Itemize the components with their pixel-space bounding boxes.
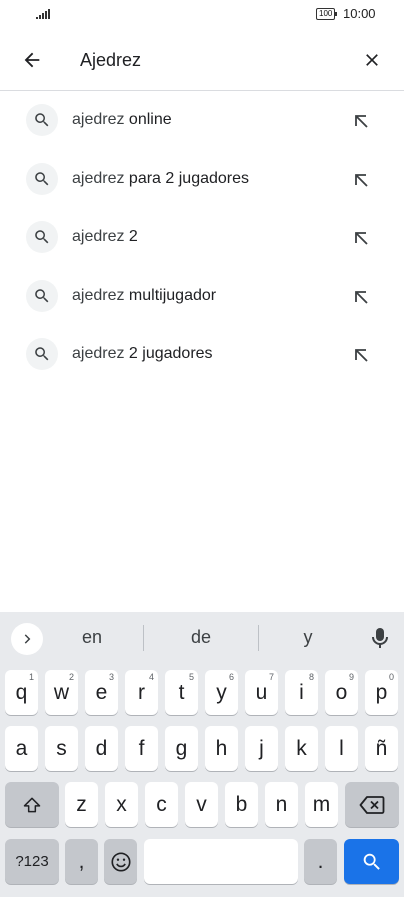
key-x[interactable]: x bbox=[105, 782, 138, 827]
search-icon bbox=[26, 104, 58, 136]
key-o[interactable]: o9 bbox=[325, 670, 358, 715]
key-k[interactable]: k bbox=[285, 726, 318, 771]
key-l[interactable]: l bbox=[325, 726, 358, 771]
key-u[interactable]: u7 bbox=[245, 670, 278, 715]
search-key[interactable] bbox=[344, 839, 399, 884]
search-input[interactable] bbox=[80, 44, 340, 76]
chevron-right-icon[interactable] bbox=[11, 623, 43, 655]
key-q[interactable]: q1 bbox=[5, 670, 38, 715]
key-c[interactable]: c bbox=[145, 782, 178, 827]
key-s[interactable]: s bbox=[45, 726, 78, 771]
space-key[interactable] bbox=[144, 839, 298, 884]
arrow-up-left-icon[interactable] bbox=[350, 344, 372, 366]
signal-icon bbox=[36, 9, 50, 19]
key-d[interactable]: d bbox=[85, 726, 118, 771]
key-i[interactable]: i8 bbox=[285, 670, 318, 715]
key-t[interactable]: t5 bbox=[165, 670, 198, 715]
key-b[interactable]: b bbox=[225, 782, 258, 827]
search-icon bbox=[26, 162, 58, 195]
key-y[interactable]: y6 bbox=[205, 670, 238, 715]
suggestion-item[interactable]: ajedrez multijugador bbox=[0, 268, 404, 327]
shift-icon bbox=[23, 797, 41, 812]
divider bbox=[143, 625, 144, 651]
comma-key[interactable]: , bbox=[65, 839, 98, 884]
key-z[interactable]: z bbox=[65, 782, 98, 827]
emoji-icon bbox=[110, 851, 131, 872]
status-bar: 100 10:00 bbox=[0, 0, 404, 30]
search-icon bbox=[26, 221, 58, 253]
search-icon bbox=[26, 338, 58, 370]
search-icon bbox=[26, 279, 58, 312]
back-arrow-icon[interactable] bbox=[18, 46, 46, 74]
keyboard-word-suggestion[interactable]: en bbox=[47, 627, 137, 648]
arrow-up-left-icon[interactable] bbox=[350, 169, 372, 191]
suggestion-list: ajedrez online ajedrez para 2 jugadores … bbox=[0, 92, 404, 385]
key-w[interactable]: w2 bbox=[45, 670, 78, 715]
backspace-icon bbox=[359, 795, 385, 814]
key-f[interactable]: f bbox=[125, 726, 158, 771]
battery-icon: 100 bbox=[316, 8, 338, 20]
key-j[interactable]: j bbox=[245, 726, 278, 771]
arrow-up-left-icon[interactable] bbox=[350, 110, 372, 132]
backspace-key[interactable] bbox=[345, 782, 399, 827]
shift-key[interactable] bbox=[5, 782, 59, 827]
emoji-key[interactable] bbox=[104, 839, 137, 884]
arrow-up-left-icon[interactable] bbox=[350, 227, 372, 249]
keyboard-suggestion-bar: en de y bbox=[0, 612, 404, 662]
key-a[interactable]: a bbox=[5, 726, 38, 771]
key-v[interactable]: v bbox=[185, 782, 218, 827]
arrow-up-left-icon[interactable] bbox=[350, 286, 372, 308]
keyboard-word-suggestion[interactable]: y bbox=[263, 627, 353, 648]
suggestion-label: ajedrez multijugador bbox=[72, 286, 217, 304]
microphone-icon[interactable] bbox=[366, 624, 394, 652]
suggestion-item[interactable]: ajedrez 2 bbox=[0, 209, 404, 268]
key-m[interactable]: m bbox=[305, 782, 338, 827]
suggestion-label: ajedrez para 2 jugadores bbox=[72, 169, 250, 187]
suggestion-label: ajedrez online bbox=[72, 111, 172, 128]
key-n-tilde[interactable]: ñ bbox=[365, 726, 398, 771]
divider bbox=[258, 625, 259, 651]
suggestion-item[interactable]: ajedrez 2 jugadores bbox=[0, 326, 404, 385]
keyboard: en de y q1 w2 e3 r4 t5 y6 u7 i8 o9 p0 a … bbox=[0, 612, 404, 897]
key-h[interactable]: h bbox=[205, 726, 238, 771]
period-key[interactable]: . bbox=[304, 839, 337, 884]
suggestion-label: ajedrez 2 bbox=[72, 228, 138, 245]
key-n[interactable]: n bbox=[265, 782, 298, 827]
key-p[interactable]: p0 bbox=[365, 670, 398, 715]
key-r[interactable]: r4 bbox=[125, 670, 158, 715]
search-icon bbox=[363, 853, 380, 870]
suggestion-item[interactable]: ajedrez para 2 jugadores bbox=[0, 151, 404, 210]
clock: 10:00 bbox=[343, 6, 376, 21]
suggestion-item[interactable]: ajedrez online bbox=[0, 92, 404, 151]
key-g[interactable]: g bbox=[165, 726, 198, 771]
close-icon[interactable] bbox=[358, 46, 386, 74]
key-e[interactable]: e3 bbox=[85, 670, 118, 715]
symbols-key[interactable]: ?123 bbox=[5, 839, 59, 884]
search-header bbox=[0, 30, 404, 91]
keyboard-word-suggestion[interactable]: de bbox=[156, 627, 246, 648]
suggestion-label: ajedrez 2 jugadores bbox=[72, 345, 213, 362]
